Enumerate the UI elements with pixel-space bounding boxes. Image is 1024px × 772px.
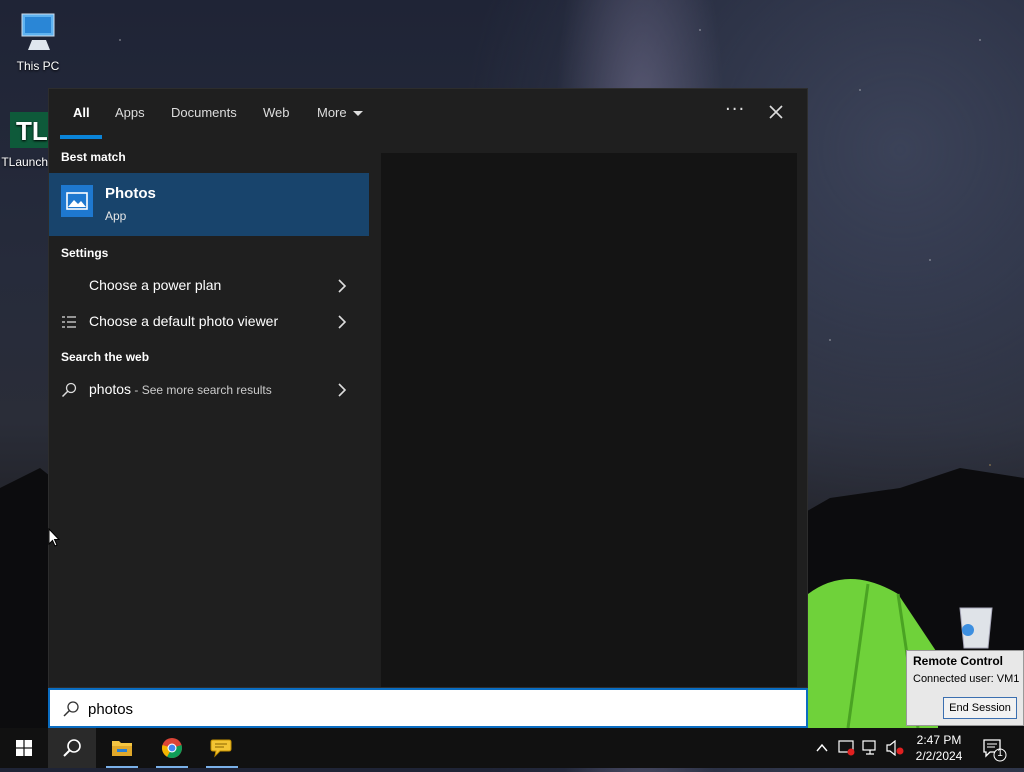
network-icon[interactable] [862, 740, 880, 756]
end-session-button[interactable]: End Session [943, 697, 1017, 719]
result-power-plan[interactable]: Choose a power plan [49, 269, 369, 303]
show-hidden-icons-chevron-up-icon[interactable] [816, 742, 828, 754]
recycle-bin-icon[interactable] [954, 602, 998, 650]
tlauncher-icon: TL [10, 112, 50, 148]
file-explorer-icon [112, 741, 132, 756]
result-label: Choose a power plan [89, 277, 222, 293]
notification-count-badge: 1 [997, 748, 1003, 759]
section-settings: Settings [61, 246, 109, 260]
tab-more[interactable]: More [317, 105, 363, 120]
search-icon [63, 739, 81, 757]
web-query: photos [89, 381, 132, 397]
desktop-icon-this-pc[interactable]: This PC [0, 10, 76, 73]
search-tabs: All Apps Documents Web More ··· [49, 89, 807, 139]
list-settings-icon [62, 316, 76, 328]
toast-title: Remote Control [913, 654, 1003, 668]
remote-control-toast: Remote Control Connected user: VM1 End S… [906, 650, 1024, 726]
photos-app-icon [61, 185, 93, 217]
taskbar-file-explorer[interactable] [98, 728, 146, 768]
chevron-right-icon [338, 315, 347, 329]
result-label: Choose a default photo viewer [89, 313, 279, 329]
svg-text:TL: TL [16, 116, 48, 146]
web-suffix: - See more search results [131, 383, 272, 397]
computer-icon [21, 13, 55, 50]
best-match-result[interactable]: Photos App [49, 173, 369, 236]
taskbar-search-button[interactable] [48, 728, 96, 768]
results-list: Best match Photos App Settings Choose a … [49, 139, 369, 687]
web-result-label: photos - See more search results [89, 381, 272, 397]
remote-control-tray-icon[interactable] [838, 740, 856, 756]
section-search-web: Search the web [61, 350, 150, 364]
chat-icon [210, 739, 232, 758]
taskbar-chat-app[interactable] [198, 728, 246, 768]
chevron-right-icon [338, 383, 347, 397]
search-panel: All Apps Documents Web More ··· Best mat… [48, 88, 808, 688]
desktop-icon-label: This PC [16, 59, 60, 73]
taskbar: 2:47 PM 2/2/2024 1 [0, 728, 1024, 768]
search-icon [63, 701, 79, 717]
clock-date: 2/2/2024 [915, 749, 963, 763]
search-icon [61, 382, 77, 398]
result-default-photo-viewer[interactable]: Choose a default photo viewer [49, 305, 369, 339]
close-icon[interactable] [765, 101, 787, 123]
search-input[interactable] [88, 698, 688, 720]
search-box[interactable] [48, 688, 808, 728]
section-best-match: Best match [61, 150, 126, 164]
toast-connected-user: Connected user: VM1 [913, 673, 1020, 685]
tab-more-label: More [317, 105, 347, 120]
volume-muted-icon[interactable] [885, 740, 905, 756]
chrome-icon [162, 738, 182, 759]
ellipsis-icon[interactable]: ··· [725, 99, 745, 120]
tab-apps[interactable]: Apps [115, 105, 145, 120]
chevron-right-icon [338, 279, 347, 293]
tab-all[interactable]: All [73, 105, 90, 120]
taskbar-chrome[interactable] [148, 728, 196, 768]
tab-web[interactable]: Web [263, 105, 290, 120]
result-web-search[interactable]: photos - See more search results [49, 373, 369, 407]
best-match-title: Photos [105, 185, 156, 202]
taskbar-clock[interactable]: 2:47 PM 2/2/2024 [908, 732, 970, 772]
caret-down-icon [352, 111, 363, 117]
best-match-subtitle: App [105, 209, 127, 223]
mouse-cursor-icon [48, 528, 60, 547]
clock-time: 2:47 PM [916, 733, 962, 747]
preview-pane [381, 153, 797, 687]
windows-start-icon [16, 740, 32, 756]
tab-documents[interactable]: Documents [171, 105, 237, 120]
start-button[interactable] [0, 728, 48, 768]
